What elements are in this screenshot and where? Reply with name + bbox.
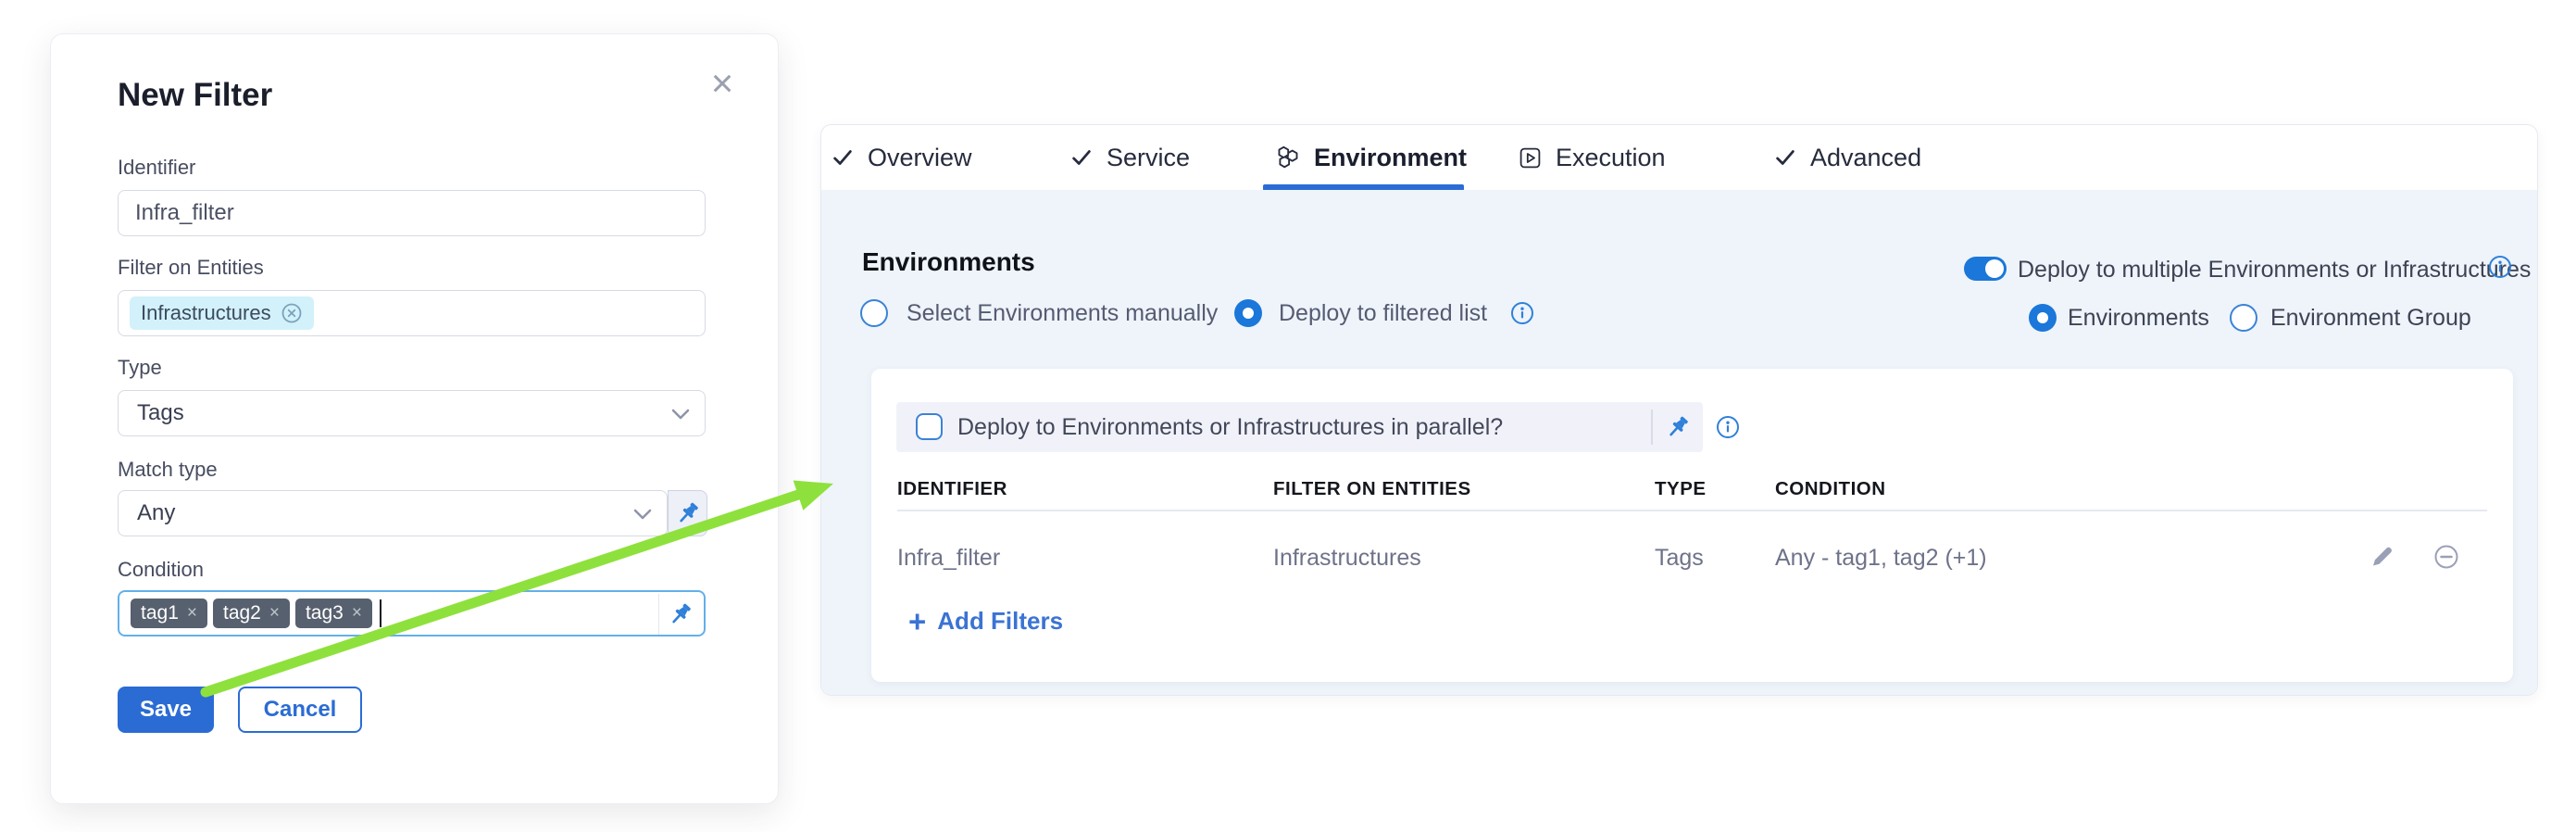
environments-heading: Environments <box>862 247 1035 277</box>
condition-tag: tag1 × <box>131 599 207 628</box>
plus-icon: + <box>908 606 926 637</box>
environment-tab-body: Environments Select Environments manuall… <box>821 190 2537 695</box>
tab-execution[interactable]: Execution <box>1518 125 1666 190</box>
type-select[interactable]: Tags <box>118 390 706 436</box>
row-identifier: Infra_filter <box>897 545 1000 572</box>
tag-label: tag2 <box>223 602 261 624</box>
parallel-checkbox-row: Deploy to Environments or Infrastructure… <box>896 402 1703 452</box>
entity-chip: Infrastructures <box>130 296 314 330</box>
column-header-type: TYPE <box>1655 478 1707 500</box>
tab-overview[interactable]: Overview <box>831 125 972 190</box>
text-cursor <box>380 599 381 627</box>
radio-environments[interactable] <box>2029 304 2057 332</box>
tab-label: Service <box>1107 144 1190 172</box>
tag-label: tag1 <box>141 602 179 624</box>
new-filter-modal: New Filter × Identifier Filter on Entiti… <box>50 33 779 804</box>
condition-tag: tag3 × <box>295 599 372 628</box>
type-value: Tags <box>133 400 184 426</box>
tab-label: Environment <box>1314 144 1467 172</box>
add-filters-label: Add Filters <box>937 607 1063 636</box>
remove-minus-icon[interactable] <box>2432 543 2460 571</box>
deploy-multiple-toggle[interactable] <box>1964 257 2007 281</box>
identifier-input[interactable] <box>118 190 706 236</box>
radio-label: Environments <box>2068 304 2209 332</box>
modal-title: New Filter <box>118 77 272 114</box>
tab-advanced[interactable]: Advanced <box>1773 125 1921 190</box>
cancel-button[interactable]: Cancel <box>238 687 362 733</box>
row-filter-on-entities: Infrastructures <box>1273 545 1421 572</box>
column-header-filter-on-entities: FILTER ON ENTITIES <box>1273 478 1471 500</box>
entity-chip-label: Infrastructures <box>141 301 271 325</box>
check-icon <box>1069 145 1094 170</box>
radio-select-environments-manually[interactable] <box>860 299 888 327</box>
parallel-pin-button[interactable] <box>1664 413 1692 441</box>
radio-deploy-to-filtered-list[interactable] <box>1234 299 1262 327</box>
chevron-down-icon <box>671 409 690 420</box>
tab-label: Execution <box>1556 144 1666 172</box>
chip-remove-icon[interactable] <box>281 302 303 324</box>
divider <box>1651 410 1653 445</box>
parallel-checkbox-label: Deploy to Environments or Infrastructure… <box>957 414 1503 441</box>
radio-environment-group[interactable] <box>2230 304 2257 332</box>
tab-label: Overview <box>868 144 972 172</box>
save-button[interactable]: Save <box>118 687 214 733</box>
check-icon <box>831 145 855 170</box>
type-label: Type <box>118 356 162 380</box>
deploy-multiple-label: Deploy to multiple Environments or Infra… <box>2018 257 2531 283</box>
toggle-knob <box>1985 259 2004 278</box>
tag-remove-icon[interactable]: × <box>187 603 197 624</box>
header-divider <box>897 510 2487 511</box>
tag-label: tag3 <box>306 602 344 624</box>
close-icon[interactable]: × <box>699 60 745 107</box>
chevron-down-icon <box>633 509 652 520</box>
match-type-select[interactable]: Any <box>118 490 668 536</box>
stage-tab-bar: Overview Service Environment Exe <box>821 125 2537 192</box>
add-filters-button[interactable]: + Add Filters <box>908 606 1063 637</box>
radio-label: Deploy to filtered list <box>1279 299 1487 327</box>
pin-icon <box>674 499 702 527</box>
radio-label: Select Environments manually <box>907 299 1218 327</box>
execution-play-icon <box>1518 145 1543 170</box>
tab-service[interactable]: Service <box>1069 125 1190 190</box>
pipeline-stage-panel: Overview Service Environment Exe <box>820 124 2538 696</box>
tag-remove-icon[interactable]: × <box>352 603 362 624</box>
match-type-pin-button[interactable] <box>668 490 707 536</box>
filter-on-entities-label: Filter on Entities <box>118 256 264 280</box>
info-icon[interactable] <box>2488 255 2512 279</box>
condition-pin-button[interactable] <box>658 594 702 635</box>
condition-label: Condition <box>118 558 204 582</box>
info-icon[interactable] <box>1716 415 1740 439</box>
match-type-label: Match type <box>118 458 218 482</box>
condition-field[interactable]: tag1 × tag2 × tag3 × <box>118 590 706 637</box>
column-header-condition: CONDITION <box>1775 478 1886 500</box>
tab-environment[interactable]: Environment <box>1275 125 1467 190</box>
row-type: Tags <box>1655 545 1704 572</box>
environment-hexagons-icon <box>1275 145 1301 170</box>
column-header-identifier: IDENTIFIER <box>897 478 1007 500</box>
parallel-checkbox[interactable] <box>916 413 943 440</box>
edit-pencil-icon[interactable] <box>2368 543 2395 571</box>
info-icon[interactable] <box>1510 301 1534 325</box>
filter-on-entities-field[interactable]: Infrastructures <box>118 290 706 336</box>
tab-label: Advanced <box>1810 144 1921 172</box>
match-type-value: Any <box>133 500 175 526</box>
condition-tag: tag2 × <box>213 599 290 628</box>
pin-icon <box>1664 413 1692 441</box>
row-condition: Any - tag1, tag2 (+1) <box>1775 545 1987 572</box>
radio-label: Environment Group <box>2270 304 2471 332</box>
identifier-label: Identifier <box>118 156 195 180</box>
check-icon <box>1773 145 1797 170</box>
pin-icon <box>667 600 694 628</box>
filters-card: Deploy to Environments or Infrastructure… <box>871 369 2513 682</box>
tag-remove-icon[interactable]: × <box>269 603 280 624</box>
